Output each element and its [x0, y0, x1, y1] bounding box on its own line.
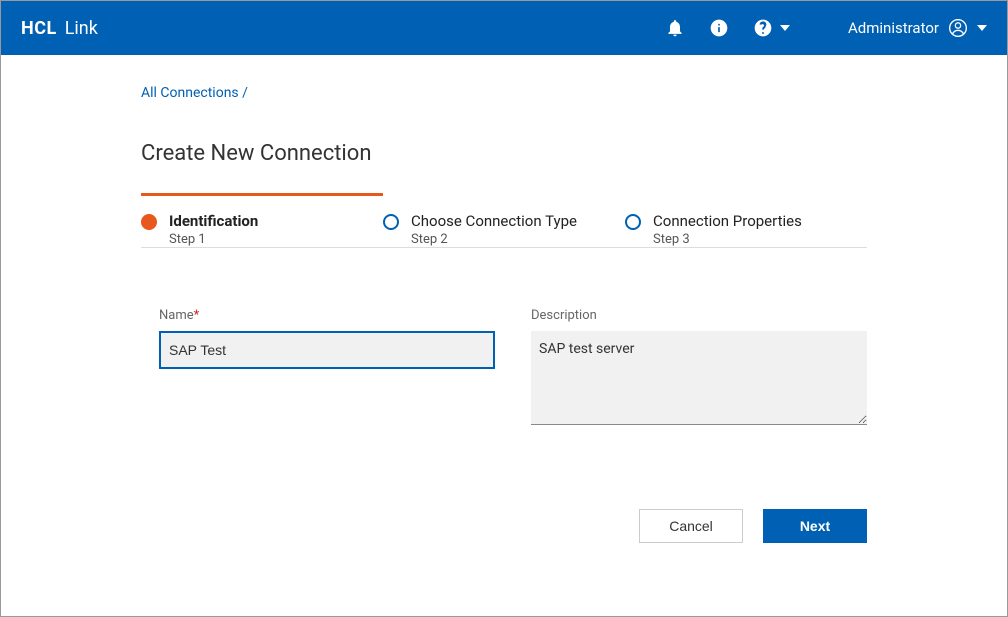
button-row: Cancel Next [141, 509, 867, 543]
description-input[interactable] [531, 331, 867, 425]
main-content: All Connections / Create New Connection … [1, 55, 1007, 573]
step-connection-properties[interactable]: Connection Properties Step 3 [625, 194, 867, 247]
help-menu[interactable] [752, 17, 790, 39]
brand: HCL Link [21, 18, 98, 39]
breadcrumb: All Connections / [141, 85, 867, 101]
breadcrumb-root[interactable]: All Connections [141, 85, 239, 101]
description-label: Description [531, 308, 867, 323]
name-field-group: Name* [159, 308, 495, 429]
step-title: Identification [169, 212, 258, 230]
step-indicator-active [141, 214, 157, 230]
step-indicator [625, 214, 641, 230]
page-title: Create New Connection [141, 141, 867, 166]
description-field-group: Description [531, 308, 867, 429]
brand-product: Link [65, 18, 98, 39]
user-name: Administrator [848, 19, 939, 37]
name-label: Name* [159, 308, 495, 323]
chevron-down-icon [977, 25, 987, 31]
help-icon [752, 17, 774, 39]
chevron-down-icon [780, 25, 790, 31]
brand-logo: HCL [21, 18, 57, 39]
required-star: * [194, 308, 200, 323]
next-button[interactable]: Next [763, 509, 867, 543]
user-menu[interactable]: Administrator [848, 17, 987, 39]
info-icon[interactable] [708, 17, 730, 39]
name-input[interactable] [159, 331, 495, 369]
step-sub: Step 1 [169, 232, 258, 247]
breadcrumb-sep: / [239, 85, 248, 101]
step-title: Choose Connection Type [411, 212, 577, 230]
step-title: Connection Properties [653, 212, 802, 230]
step-connection-type[interactable]: Choose Connection Type Step 2 [383, 194, 625, 247]
top-actions: Administrator [664, 17, 987, 39]
user-avatar-icon [947, 17, 969, 39]
step-sub: Step 2 [411, 232, 577, 247]
step-identification[interactable]: Identification Step 1 [141, 194, 383, 247]
cancel-button[interactable]: Cancel [639, 509, 743, 543]
notifications-icon[interactable] [664, 17, 686, 39]
form-row: Name* Description [141, 308, 867, 429]
stepper: Identification Step 1 Choose Connection … [141, 194, 867, 248]
top-bar: HCL Link Administrator [1, 1, 1007, 55]
name-label-text: Name [159, 308, 194, 323]
step-sub: Step 3 [653, 232, 802, 247]
step-indicator [383, 214, 399, 230]
